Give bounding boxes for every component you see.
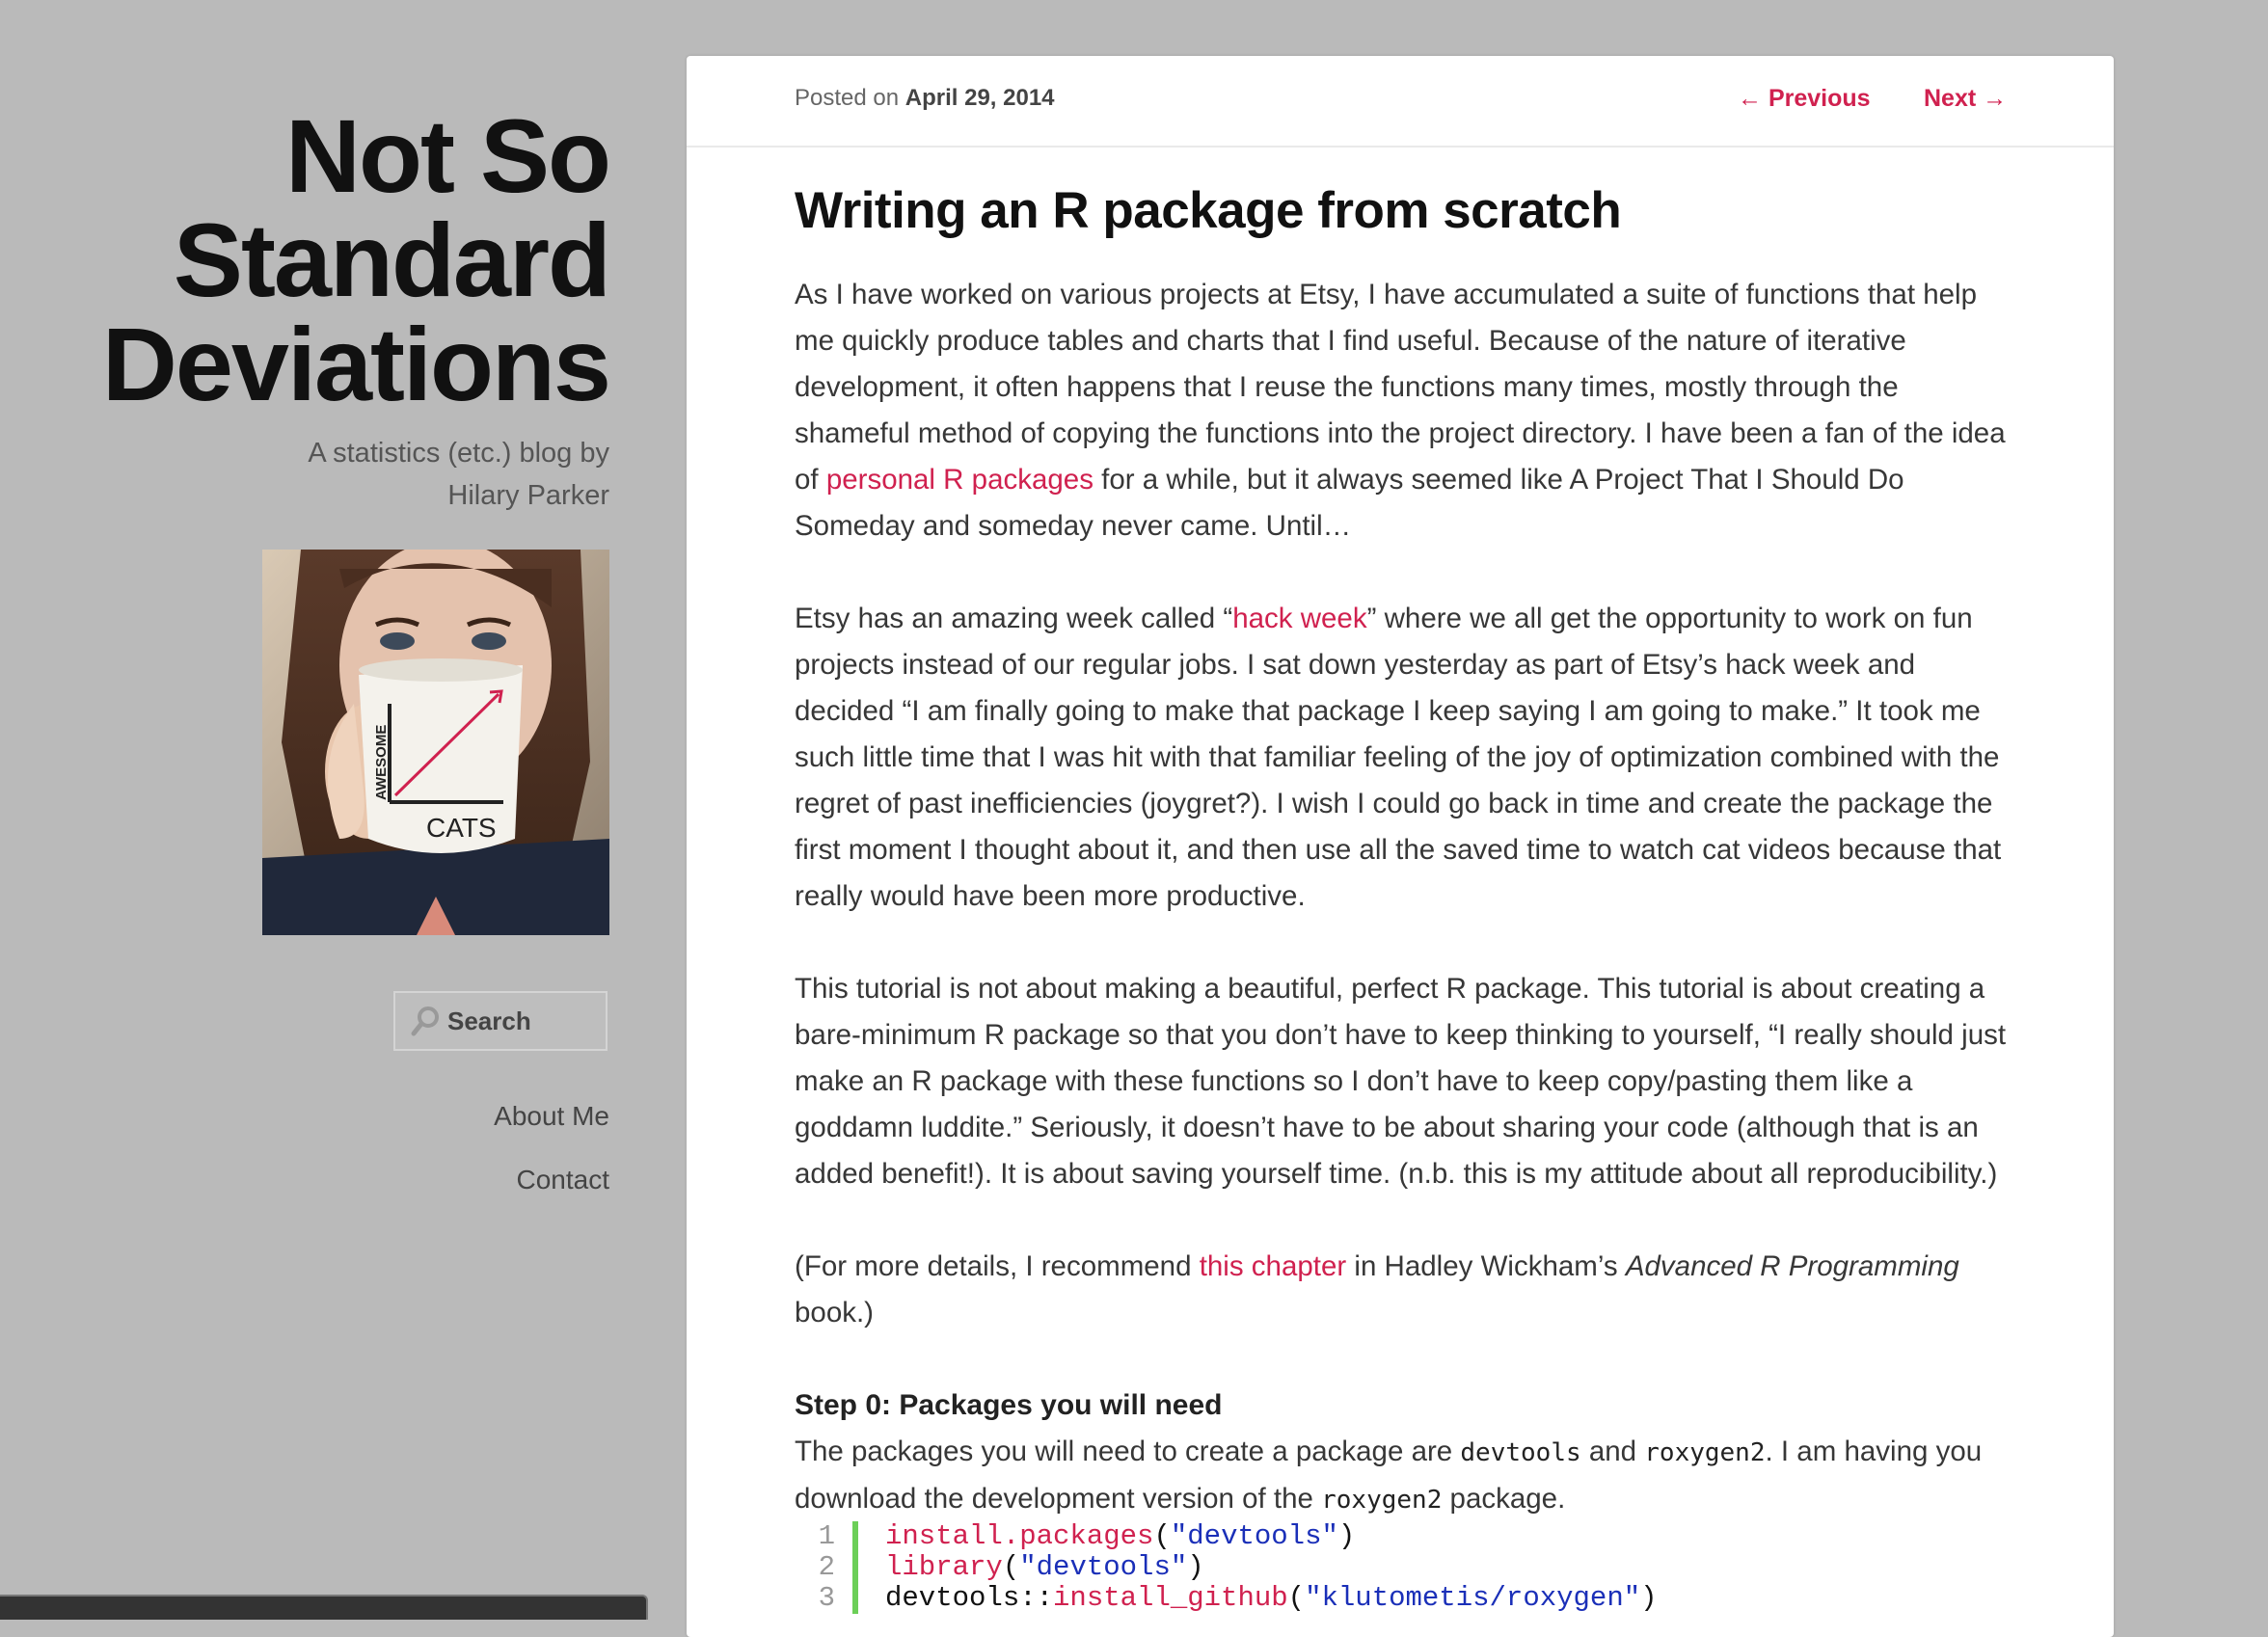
search-icon	[411, 1006, 439, 1036]
code-paren: )	[1187, 1551, 1204, 1583]
mug-axis-label: AWESOME	[373, 725, 390, 800]
sidebar-item-label[interactable]: Contact	[517, 1165, 610, 1194]
text: ” where we all get the opportunity to wo…	[795, 603, 2002, 912]
article: Posted on April 29, 2014 ← Previous Next…	[687, 56, 2114, 1637]
code-gutter-bar	[852, 1521, 858, 1552]
book-title: Advanced R Programming	[1625, 1250, 1959, 1282]
text: and	[1580, 1436, 1645, 1467]
text: The packages you will need to create a p…	[795, 1436, 1461, 1467]
next-post-link[interactable]: Next →	[1924, 85, 2007, 113]
step-heading: Step 0: Packages you will need	[795, 1389, 1223, 1421]
post-date[interactable]: April 29, 2014	[905, 85, 1055, 111]
paragraph: The packages you will need to create a p…	[795, 1429, 2012, 1523]
sidebar: Not So Standard Deviations A statistics …	[0, 0, 648, 1620]
inline-code: devtools	[1460, 1438, 1581, 1467]
posted-prefix: Posted on	[795, 85, 900, 111]
paragraph: Etsy has an amazing week called “hack we…	[795, 596, 2012, 920]
personal-r-packages-link[interactable]: personal R packages	[826, 464, 1094, 496]
taskbar-fragment	[0, 1595, 648, 1620]
code-prefix: devtools::	[885, 1582, 1054, 1614]
code-line: 3 devtools:: install_github("klutometis/r…	[795, 1583, 1952, 1614]
search-input[interactable]	[446, 1005, 594, 1037]
site-title-line[interactable]: Standard	[0, 208, 611, 312]
code-string: "klutometis/roxygen"	[1305, 1582, 1641, 1614]
text: in Hadley Wickham’s	[1346, 1250, 1626, 1282]
posted-on: Posted on April 29, 2014	[795, 85, 1055, 112]
text: Etsy has an amazing week called “	[795, 603, 1233, 634]
line-number: 2	[818, 1551, 835, 1583]
site-title-line[interactable]: Deviations	[0, 312, 611, 416]
code-paren: (	[1287, 1582, 1306, 1614]
sidebar-nav: About Me Contact	[494, 1103, 609, 1230]
paragraph: As I have worked on various projects at …	[795, 272, 2012, 550]
paragraph: This tutorial is not about making a beau…	[795, 973, 2007, 1190]
text: package.	[1442, 1483, 1566, 1515]
code-paren: (	[1002, 1551, 1020, 1583]
text: (For more details, I recommend	[795, 1250, 1200, 1282]
search-box[interactable]	[393, 991, 608, 1051]
code-string: "devtools"	[1170, 1520, 1338, 1552]
code-paren: )	[1640, 1582, 1658, 1614]
sidebar-item-contact[interactable]: Contact	[494, 1165, 610, 1194]
post-title: Writing an R package from scratch	[795, 182, 1622, 239]
code-gutter-bar	[852, 1583, 858, 1614]
sidebar-item-about[interactable]: About Me	[494, 1103, 609, 1130]
code-line: 1 install.packages("devtools")	[795, 1521, 1952, 1552]
line-number: 3	[818, 1582, 835, 1614]
inline-code: roxygen2	[1321, 1486, 1443, 1515]
code-line: 2 library("devtools")	[795, 1552, 1952, 1583]
site-title-line[interactable]: Not So	[0, 104, 611, 208]
code-function: install_github	[1053, 1582, 1288, 1614]
line-number: 1	[818, 1520, 835, 1552]
code-string: "devtools"	[1019, 1551, 1188, 1583]
code-paren: )	[1337, 1520, 1356, 1552]
code-function: install.packages	[885, 1520, 1154, 1552]
code-gutter-bar	[852, 1552, 858, 1583]
inline-code: roxygen2	[1644, 1438, 1766, 1467]
sidebar-item-label[interactable]: About Me	[494, 1101, 609, 1131]
entry-meta: Posted on April 29, 2014 ← Previous Next…	[687, 56, 2114, 148]
entry-content: As I have worked on various projects at …	[795, 272, 2012, 1570]
site-description: A statistics (etc.) blog by Hilary Parke…	[308, 438, 609, 511]
mug-label: CATS	[426, 813, 497, 843]
code-function: library	[885, 1551, 1003, 1583]
avatar: AWESOME CATS	[262, 550, 609, 935]
hack-week-link[interactable]: hack week	[1232, 603, 1366, 634]
previous-post-link[interactable]: ← Previous	[1738, 85, 1871, 113]
site-title[interactable]: Not So Standard Deviations	[0, 104, 611, 416]
code-block: 1 install.packages("devtools") 2 library…	[795, 1521, 1952, 1614]
text: book.)	[795, 1297, 874, 1328]
paragraph: (For more details, I recommend this chap…	[795, 1244, 2012, 1336]
this-chapter-link[interactable]: this chapter	[1200, 1250, 1347, 1282]
code-paren: (	[1153, 1520, 1171, 1552]
